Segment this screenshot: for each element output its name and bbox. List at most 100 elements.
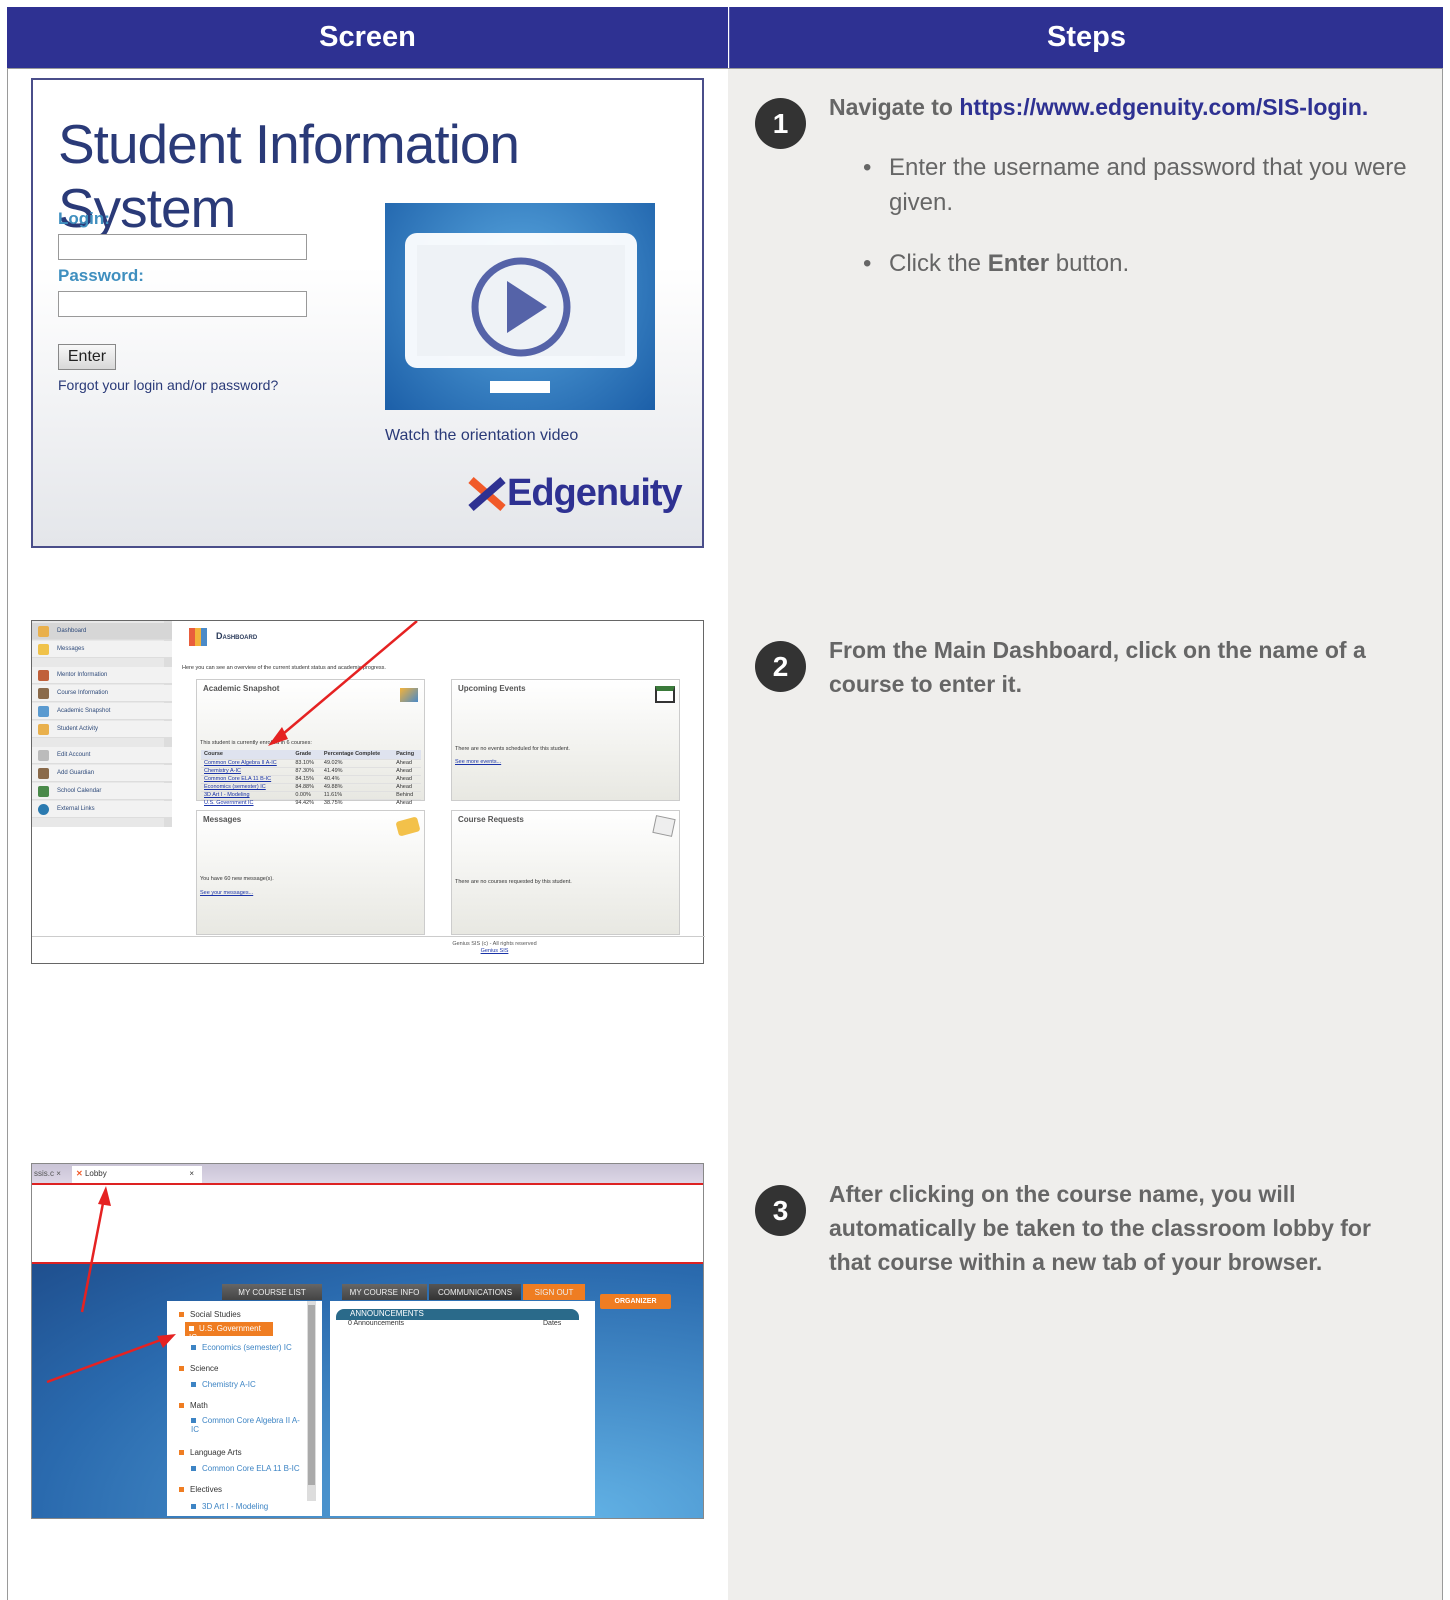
table-cell: 11.61% <box>320 790 394 799</box>
password-input[interactable] <box>58 291 307 317</box>
sidebar-item-edit-account[interactable]: Edit Account <box>32 747 172 764</box>
step-1-bullet-2: Click the Enter button. <box>863 246 1409 281</box>
snapshot-chart-icon <box>400 688 418 702</box>
step-2-number: 2 <box>755 641 806 692</box>
menu-my-course-info[interactable]: MY COURSE INFO <box>342 1284 427 1300</box>
step-2-text: From the Main Dashboard, click on the na… <box>829 637 1366 697</box>
announcements-panel: ANNOUNCEMENTS 0 Announcements Dates <box>330 1301 595 1516</box>
table-cell: Ahead <box>393 766 421 775</box>
course-requests-title: Course Requests <box>458 815 524 824</box>
step-3-text: After clicking on the course name, you w… <box>829 1181 1371 1275</box>
edgenuity-logo: Edgenuity <box>467 472 683 515</box>
browser-tab-bar: ssis.c × ✕ Lobby × <box>32 1164 703 1183</box>
course-link[interactable]: Economics (semester) IC <box>201 782 293 791</box>
course-link[interactable]: Chemistry A-IC <box>201 766 293 775</box>
enter-button[interactable]: Enter <box>58 344 116 370</box>
step-1-text: Navigate to https://www.edgenuity.com/SI… <box>829 94 1369 120</box>
course-algebra[interactable]: Common Core Algebra II A-IC <box>191 1416 306 1434</box>
footer-link[interactable]: Genius SIS <box>32 948 957 954</box>
category-math: Math <box>179 1401 208 1410</box>
password-label: Password: <box>58 266 144 285</box>
requests-text: There are no courses requested by this s… <box>455 879 572 885</box>
course-list: Social Studies U.S. Government IC Econom… <box>167 1301 322 1516</box>
sidebar-item-academic-snapshot[interactable]: Academic Snapshot <box>32 703 172 720</box>
table-row: 3D Art I - Modeling 0.00% 11.61% Behind <box>201 790 421 799</box>
request-icon <box>652 815 676 837</box>
table-row: Economics (semester) IC 84.88% 49.88% Ahead <box>201 782 421 791</box>
events-text: There are no events scheduled for this s… <box>455 746 570 752</box>
menu-communications[interactable]: COMMUNICATIONS <box>429 1284 521 1300</box>
sidebar-item-dashboard[interactable]: Dashboard <box>32 623 172 640</box>
table-cell: 41.49% <box>320 766 394 775</box>
table-row: Common Core ELA 11 B-IC 84.15% 40.4% Ahead <box>201 774 421 783</box>
course-link[interactable]: Common Core ELA 11 B-IC <box>201 774 293 783</box>
see-your-messages-link[interactable]: See your messages... <box>200 890 253 896</box>
table-cell: 84.88% <box>292 782 321 791</box>
table-row: Common Core Algebra II A-IC 83.10% 49.02% A… <box>201 758 421 767</box>
course-list-scrollbar[interactable] <box>307 1301 316 1501</box>
course-us-government[interactable]: U.S. Government IC <box>185 1322 273 1342</box>
announcements-header: ANNOUNCEMENTS <box>336 1309 579 1320</box>
orientation-video-link[interactable]: Watch the orientation video <box>385 427 578 445</box>
organizer-button[interactable]: ORGANIZER <box>600 1294 671 1309</box>
forgot-password-link[interactable]: Forgot your login and/or password? <box>58 377 278 393</box>
play-icon <box>405 233 637 393</box>
envelope-icon <box>395 816 421 837</box>
table-cell: 0.00% <box>292 790 321 799</box>
announcements-count: 0 Announcements <box>348 1320 405 1327</box>
tab-close-icon[interactable]: × <box>189 1169 194 1178</box>
browser-tab-sis[interactable]: ssis.c × <box>32 1166 70 1183</box>
sidebar-item-course-information[interactable]: Course Information <box>32 685 172 702</box>
orientation-video-thumbnail[interactable] <box>385 203 655 410</box>
table-cell: Ahead <box>393 758 421 767</box>
sidebar-item-student-activity[interactable]: Student Activity <box>32 721 172 738</box>
messages-panel: Messages You have 60 new message(s). See… <box>196 810 425 935</box>
table-cell: 94.42% <box>292 798 321 807</box>
edgenuity-tab-icon: ✕ <box>76 1169 83 1178</box>
table-cell: 87.30% <box>292 766 321 775</box>
sidebar-item-mentor-information[interactable]: Mentor Information <box>32 667 172 684</box>
course-3d-art[interactable]: 3D Art I - Modeling <box>191 1502 268 1511</box>
dashboard-footer: Genius SIS (c) - All rights reserved <box>452 941 537 947</box>
menu-my-course-list[interactable]: MY COURSE LIST <box>222 1284 322 1300</box>
table-cell: Ahead <box>393 782 421 791</box>
screen-column-header: Screen <box>7 7 728 68</box>
course-chemistry[interactable]: Chemistry A-IC <box>191 1380 256 1389</box>
dashboard-title: Dashboard <box>216 631 258 641</box>
steps-column-header: Steps <box>729 7 1443 68</box>
table-cell: 49.02% <box>320 758 394 767</box>
login-screenshot: Student Information System Login: Passwo… <box>31 78 704 548</box>
course-economics[interactable]: Economics (semester) IC <box>191 1343 292 1352</box>
messages-title: Messages <box>203 815 242 824</box>
course-link[interactable]: U.S. Government IC <box>201 798 293 807</box>
sidebar-item-add-guardian[interactable]: Add Guardian <box>32 765 172 782</box>
table-cell: 49.88% <box>320 782 394 791</box>
see-more-events-link[interactable]: See more events... <box>455 759 501 765</box>
login-input[interactable] <box>58 234 307 260</box>
category-science: Science <box>179 1364 218 1373</box>
table-cell: Behind <box>393 790 421 799</box>
table-cell: 38.75% <box>320 798 394 807</box>
table-cell: Ahead <box>393 774 421 783</box>
course-link[interactable]: Common Core Algebra II A-IC <box>201 758 293 767</box>
course-ela[interactable]: Common Core ELA 11 B-IC <box>191 1464 300 1473</box>
browser-tab-lobby[interactable]: ✕ Lobby × <box>72 1166 202 1183</box>
table-header: Grade <box>292 750 321 759</box>
sidebar-item-school-calendar[interactable]: School Calendar <box>32 783 172 800</box>
menu-sign-out[interactable]: SIGN OUT <box>523 1284 585 1300</box>
course-link[interactable]: 3D Art I - Modeling <box>201 790 293 799</box>
table-header: Pacing <box>393 750 421 759</box>
table-header: Course <box>201 750 293 759</box>
table-cell: 83.10% <box>292 758 321 767</box>
category-social-studies: Social Studies <box>179 1310 241 1319</box>
sidebar-item-external-links[interactable]: External Links <box>32 801 172 818</box>
table-cell: 84.15% <box>292 774 321 783</box>
table-row: U.S. Government IC 94.42% 38.75% Ahead <box>201 798 421 807</box>
lobby-screenshot: ssis.c × ✕ Lobby × MY COURSE LIST MY COU… <box>31 1163 704 1519</box>
step-1-number: 1 <box>755 98 806 149</box>
sidebar-item-messages[interactable]: Messages <box>32 641 172 658</box>
dashboard-icon <box>189 628 207 646</box>
category-electives: Electives <box>179 1485 222 1494</box>
sis-login-link[interactable]: https://www.edgenuity.com/SIS-login. <box>959 94 1368 120</box>
table-cell: 40.4% <box>320 774 394 783</box>
